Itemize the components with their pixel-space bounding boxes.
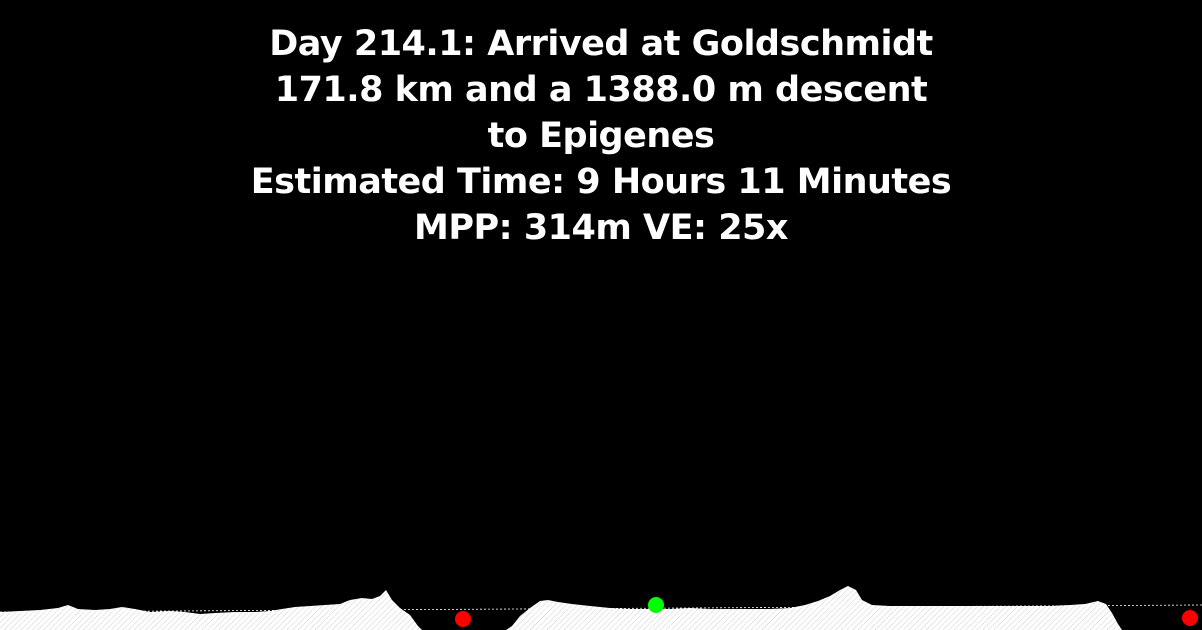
destination-marker [1182,610,1198,626]
current-location-marker [648,597,664,613]
origin-marker [455,611,471,627]
terrain-silhouette [0,586,1122,630]
terrain-profile [0,586,1202,630]
map-view: { "info": { "line1": "Day 214.1: Arrived… [0,0,1202,630]
